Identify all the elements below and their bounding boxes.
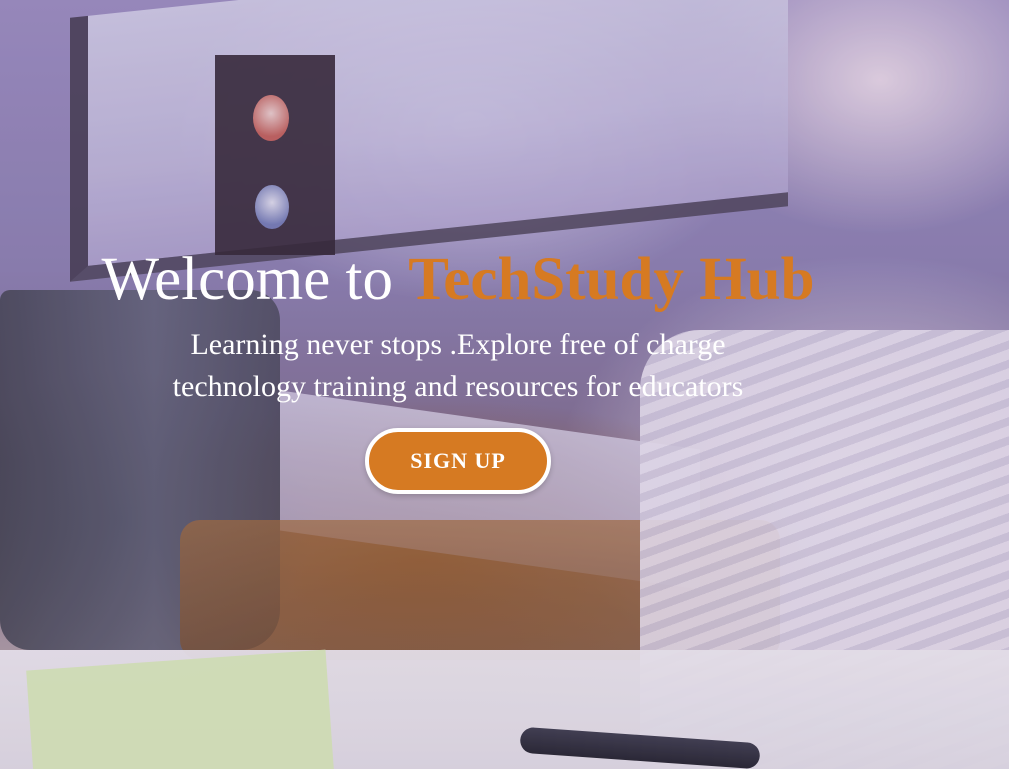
- signup-button[interactable]: SIGN UP: [365, 428, 551, 494]
- hero-content: Welcome to TechStudy Hub Learning never …: [0, 244, 916, 494]
- hero-section: Welcome to TechStudy Hub Learning never …: [0, 0, 1009, 769]
- hero-subtitle: Learning never stops .Explore free of ch…: [172, 328, 744, 403]
- hero-title: Welcome to TechStudy Hub: [0, 244, 916, 316]
- hero-title-prefix: Welcome to: [101, 246, 409, 313]
- brand-name: TechStudy Hub: [408, 246, 815, 313]
